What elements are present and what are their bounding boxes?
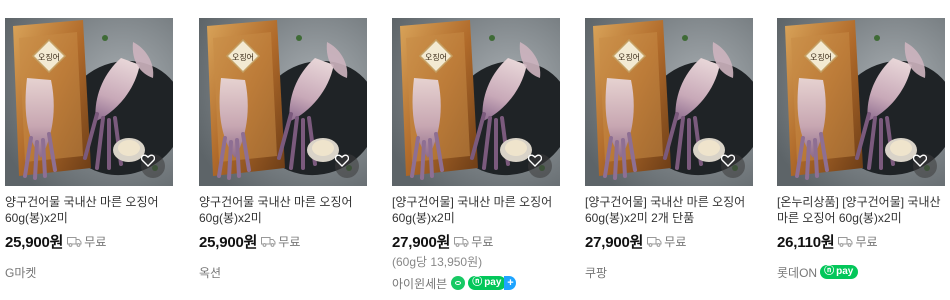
npay-label: pay	[836, 266, 854, 277]
seller-row: 쿠팡	[585, 264, 753, 280]
heart-icon	[913, 154, 927, 167]
favorite-button[interactable]	[141, 154, 165, 178]
price-row: 27,900원 무료	[392, 231, 560, 252]
favorite-button[interactable]	[913, 154, 937, 178]
truck-icon	[67, 236, 82, 247]
talk-icon[interactable]	[451, 276, 466, 290]
package-label: 오징어	[232, 52, 254, 62]
npay-plus-icon: +	[504, 276, 517, 290]
product-image[interactable]: 오징어	[392, 18, 560, 186]
truck-icon	[647, 236, 662, 247]
product-price[interactable]: 27,900원	[392, 231, 450, 252]
product-image[interactable]: 오징어	[585, 18, 753, 186]
favorite-button[interactable]	[721, 154, 745, 178]
price-row: 26,110원 무료	[777, 231, 945, 252]
product-image[interactable]: 오징어	[777, 18, 945, 186]
npay-badge: ⓝ pay	[820, 265, 859, 279]
unit-price: (60g당 13,950원)	[392, 255, 483, 269]
heart-icon	[141, 154, 155, 167]
heart-icon	[335, 154, 349, 167]
npay-label: pay	[484, 277, 502, 288]
seller-name[interactable]: 아이윈세븐	[392, 275, 447, 292]
truck-icon	[454, 236, 469, 247]
favorite-button[interactable]	[335, 154, 359, 178]
product-card[interactable]: 오징어 [온누리상품] [양구건어물] 국내산 마른 오징어 60g(봉)x2미…	[777, 18, 945, 298]
product-title[interactable]: [양구건어물] 국내산 마른 오징어 60g(봉)x2미	[392, 194, 560, 226]
seller-row: 롯데ON ⓝ pay	[777, 264, 945, 280]
product-price[interactable]: 25,900원	[199, 231, 257, 252]
product-price[interactable]: 25,900원	[5, 231, 63, 252]
truck-icon	[838, 236, 853, 247]
package-label: 오징어	[810, 52, 832, 62]
npay-badge: ⓝ pay	[468, 276, 507, 290]
shipping-fee: 무료	[471, 234, 494, 249]
product-title[interactable]: [양구건어물] 국내산 마른 오징어 60g(봉)x2미 2개 단품	[585, 194, 753, 226]
seller-row: 아이윈세븐 ⓝ pay +	[392, 275, 560, 291]
product-card[interactable]: 오징어 [양구건어물] 국내산 마른 오징어 6	[392, 18, 560, 298]
product-title[interactable]: 양구건어물 국내산 마른 오징어 60g(봉)x2미	[5, 194, 173, 226]
heart-icon	[721, 154, 735, 167]
product-card[interactable]: 오징어 양구건어물 국내산 마른 오징어 60g(봉)x2미 25,900원 무…	[199, 18, 367, 298]
product-card[interactable]: 오징어 양구건어물 국내산 마른 오징어 60g(봉)x2미 25,900원 무…	[5, 18, 173, 298]
heart-icon	[528, 154, 542, 167]
product-price[interactable]: 27,900원	[585, 231, 643, 252]
shipping-fee: 무료	[84, 234, 107, 249]
seller-name[interactable]: 옥션	[199, 264, 221, 281]
npay-n-icon: ⓝ	[824, 266, 835, 277]
product-image[interactable]: 오징어	[5, 18, 173, 186]
seller-name[interactable]: 쿠팡	[585, 264, 607, 281]
seller-name[interactable]: G마켓	[5, 264, 36, 281]
product-title[interactable]: 양구건어물 국내산 마른 오징어 60g(봉)x2미	[199, 194, 367, 226]
truck-icon	[261, 236, 276, 247]
price-row: 27,900원 무료	[585, 231, 753, 252]
product-card[interactable]: 오징어 [양구건어물] 국내산 마른 오징어 6	[585, 18, 753, 298]
package-label: 오징어	[618, 52, 640, 62]
price-row: 25,900원 무료	[5, 231, 173, 252]
shipping-fee: 무료	[664, 234, 687, 249]
favorite-button[interactable]	[528, 154, 552, 178]
shipping-fee: 무료	[278, 234, 301, 249]
seller-name[interactable]: 롯데ON	[777, 264, 817, 281]
seller-row: 옥션	[199, 264, 367, 280]
npay-n-icon: ⓝ	[472, 277, 483, 288]
product-image[interactable]: 오징어	[199, 18, 367, 186]
product-title[interactable]: [온누리상품] [양구건어물] 국내산 마른 오징어 60g(봉)x2미	[777, 194, 945, 226]
shipping-fee: 무료	[855, 234, 878, 249]
package-label: 오징어	[38, 52, 60, 62]
price-row: 25,900원 무료	[199, 231, 367, 252]
product-price[interactable]: 26,110원	[777, 231, 835, 252]
package-label: 오징어	[425, 52, 447, 62]
seller-row: G마켓	[5, 264, 173, 280]
product-list: 오징어 양구건어물 국내산 마른 오징어 60g(봉)x2미 25,900원 무…	[5, 18, 945, 298]
